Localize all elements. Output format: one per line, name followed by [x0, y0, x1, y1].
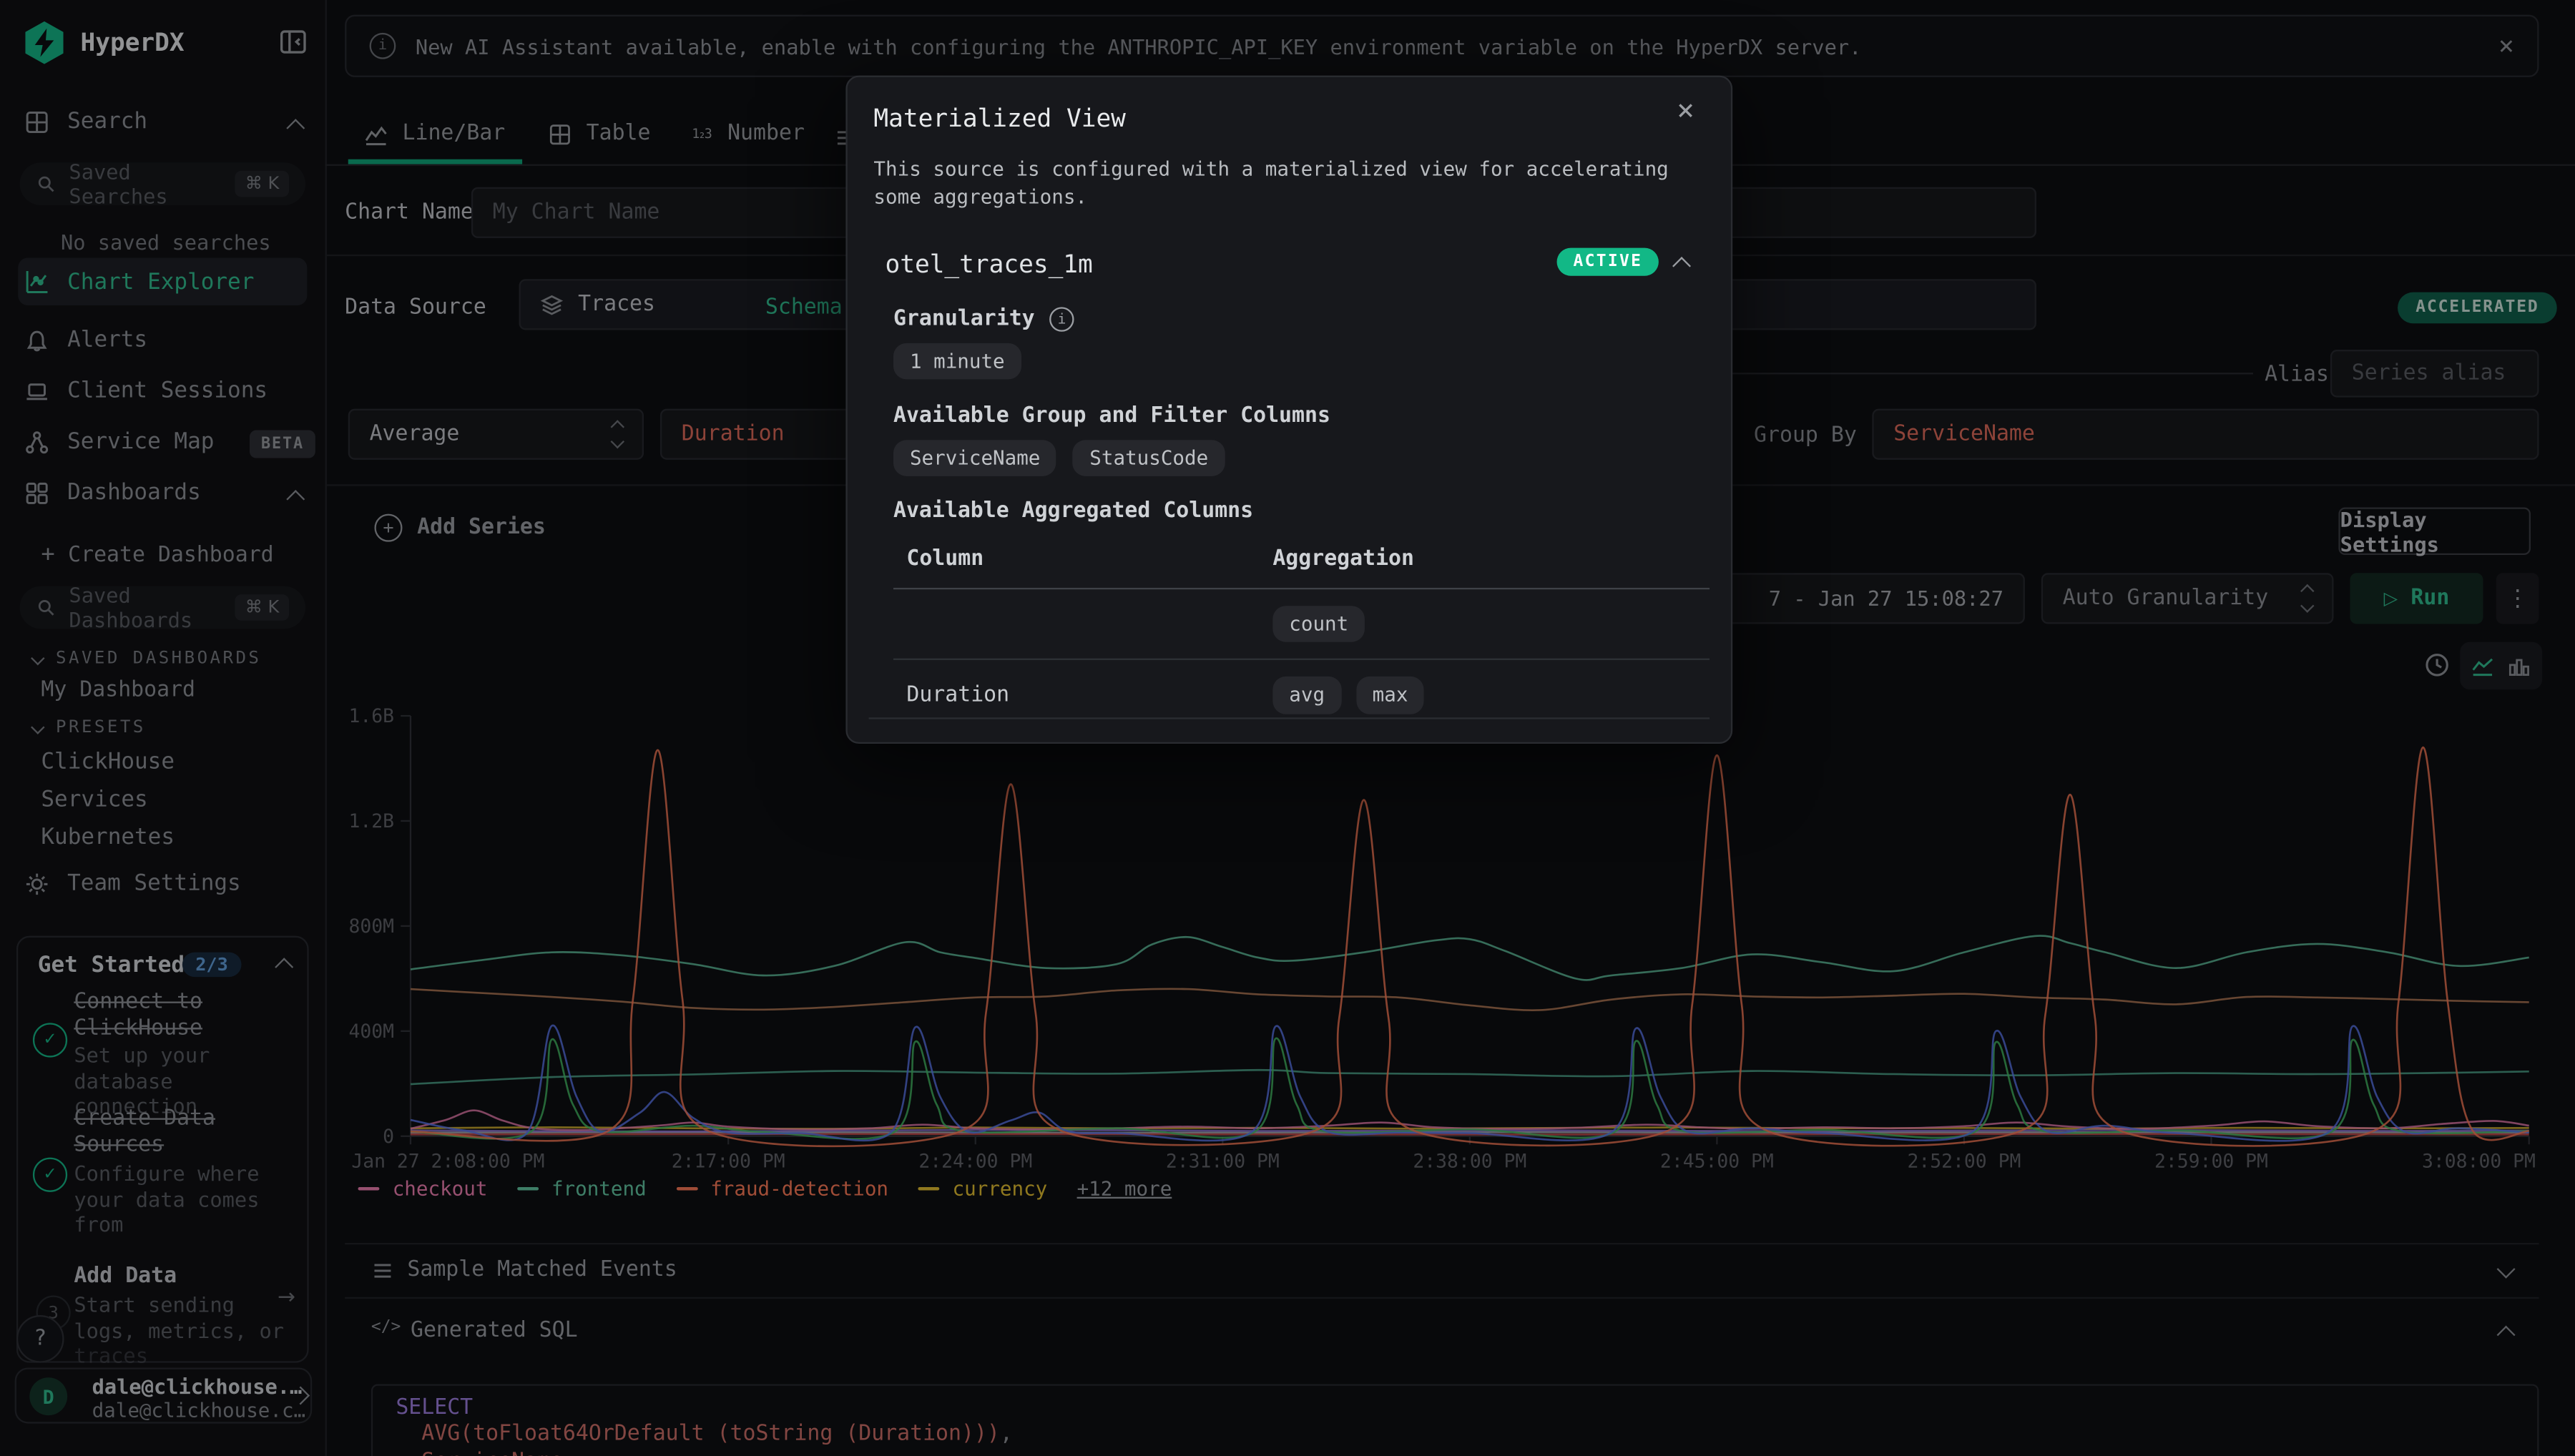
granularity-label: Granularity [893, 307, 1035, 331]
column-header: Column [893, 547, 1260, 589]
group-filter-chip: ServiceName [893, 440, 1056, 476]
column-cell: Duration [893, 660, 1260, 730]
info-icon: i [1049, 307, 1074, 331]
aggregated-label: Available Aggregated Columns [893, 499, 1253, 523]
aggregation-chip: avg [1272, 677, 1341, 714]
granularity-chip: 1 minute [893, 343, 1021, 380]
mv-collapse-chevron[interactable] [1672, 257, 1691, 275]
aggregation-header: Aggregation [1260, 547, 1710, 589]
aggregation-chip: max [1356, 677, 1425, 714]
modal-title: Materialized View [873, 104, 1125, 133]
group-filter-chips: ServiceName StatusCode [893, 440, 1225, 476]
group-filter-chip: StatusCode [1073, 440, 1225, 476]
aggregation-chip: count [1272, 606, 1365, 642]
mv-source-header[interactable]: otel_traces_1m ACTIVE [848, 238, 1731, 294]
mv-source-name: otel_traces_1m [886, 250, 1093, 279]
materialized-view-modal: Materialized View × This source is confi… [845, 76, 1732, 744]
modal-bottom-divider [869, 717, 1710, 719]
group-filter-label: Available Group and Filter Columns [893, 404, 1330, 428]
modal-description: This source is configured with a materia… [873, 156, 1705, 212]
aggregation-cell: avgmax [1260, 660, 1710, 730]
aggregation-cell: count [1260, 589, 1710, 660]
aggregated-columns-table: Column Aggregation countDurationavgmax [893, 547, 1710, 731]
active-badge: ACTIVE [1557, 248, 1659, 276]
app-root: HyperDX Search Saved Searches ⌘ K No sav… [0, 0, 2575, 1456]
table-header-row: Column Aggregation [893, 547, 1710, 589]
modal-close-icon[interactable]: × [1677, 97, 1694, 126]
column-cell [893, 589, 1260, 660]
table-row: Durationavgmax [893, 660, 1710, 730]
table-row: count [893, 589, 1710, 660]
